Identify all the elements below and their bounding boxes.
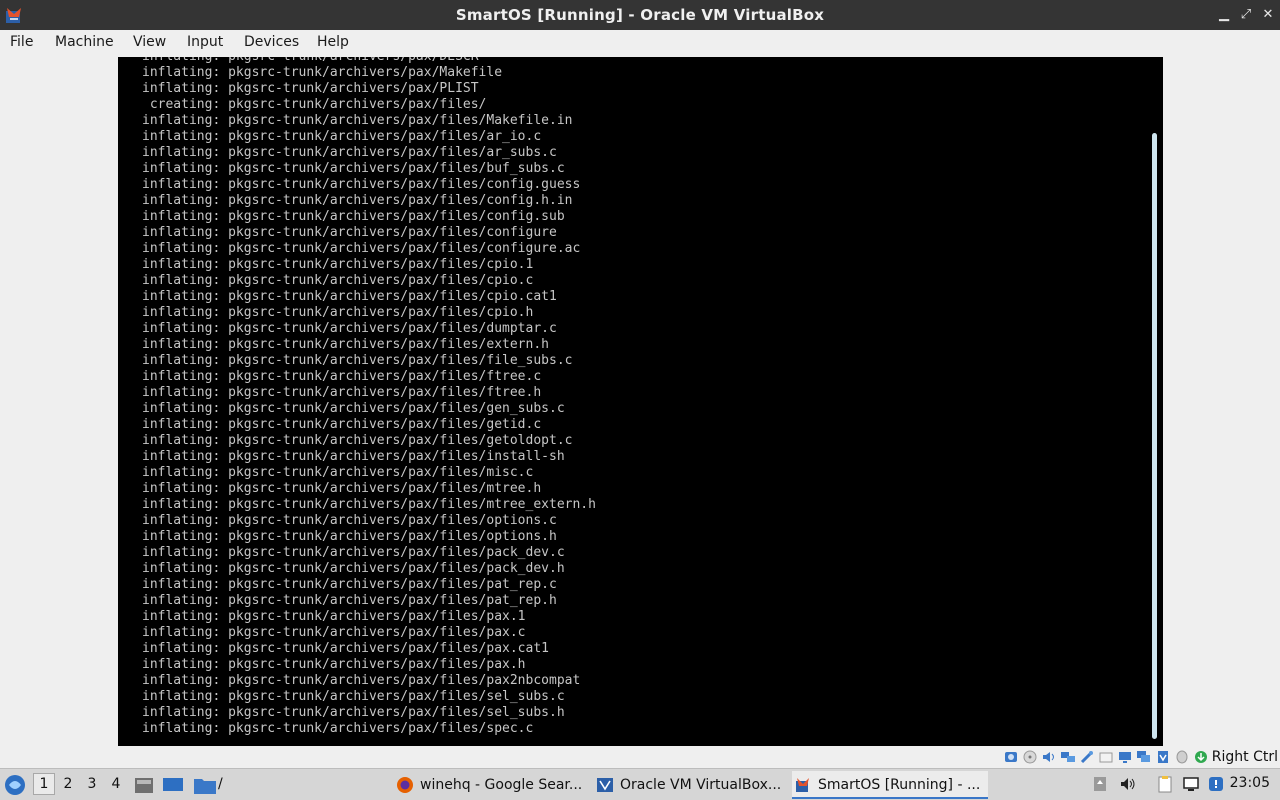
shared-folders-icon[interactable] [1098, 749, 1114, 765]
workspace-4[interactable]: 4 [105, 776, 127, 792]
desktop-icon[interactable] [162, 776, 184, 794]
task-virtualbox-manager[interactable]: Oracle VM VirtualBox... [594, 771, 786, 799]
console-line: inflating: pkgsrc-trunk/archivers/pax/fi… [142, 609, 526, 624]
network-icon[interactable] [1060, 749, 1076, 765]
menu-devices[interactable]: Devices [244, 34, 299, 50]
scroll-indicator-icon[interactable] [1091, 775, 1109, 793]
console-output: inflating: pkgsrc-trunk/archivers/pax/DE… [142, 57, 596, 737]
menu-input[interactable]: Input [187, 34, 223, 50]
clipboard-icon[interactable] [1156, 775, 1174, 793]
console-line: inflating: pkgsrc-trunk/archivers/pax/fi… [142, 577, 557, 592]
console-line: inflating: pkgsrc-trunk/archivers/pax/fi… [142, 417, 542, 432]
console-line: inflating: pkgsrc-trunk/archivers/pax/fi… [142, 241, 581, 256]
path-label[interactable]: / [218, 776, 223, 792]
folder-icon[interactable] [193, 775, 217, 795]
start-menu-icon[interactable] [4, 774, 26, 796]
console-line: inflating: pkgsrc-trunk/archivers/pax/fi… [142, 257, 534, 272]
console-line: inflating: pkgsrc-trunk/archivers/pax/fi… [142, 481, 542, 496]
recording-icon[interactable] [1136, 749, 1152, 765]
virtualbox-vm-icon [796, 778, 809, 792]
console-line: inflating: pkgsrc-trunk/archivers/pax/fi… [142, 145, 557, 160]
vm-screen[interactable]: inflating: pkgsrc-trunk/archivers/pax/DE… [118, 57, 1163, 746]
console-line: inflating: pkgsrc-trunk/archivers/pax/fi… [142, 513, 557, 528]
menu-view[interactable]: View [133, 34, 166, 50]
updates-icon[interactable] [1207, 775, 1225, 793]
console-line: inflating: pkgsrc-trunk/archivers/pax/DE… [142, 57, 596, 65]
host-key-label[interactable]: Right Ctrl [1212, 749, 1278, 765]
workspace-3[interactable]: 3 [81, 776, 103, 792]
virtualbox-manager-icon [597, 778, 613, 792]
console-line: inflating: pkgsrc-trunk/archivers/pax/fi… [142, 689, 565, 704]
vm-status-bar: Right Ctrl [0, 748, 1280, 768]
close-button[interactable]: ✕ [1258, 5, 1278, 25]
volume-icon[interactable] [1119, 775, 1137, 793]
console-line: inflating: pkgsrc-trunk/archivers/pax/fi… [142, 529, 557, 544]
console-line: inflating: pkgsrc-trunk/archivers/pax/fi… [142, 705, 565, 720]
console-line: inflating: pkgsrc-trunk/archivers/pax/fi… [142, 337, 549, 352]
maximize-button[interactable]: ⤢ [1236, 5, 1256, 25]
keyboard-capture-icon[interactable] [1193, 749, 1209, 765]
firefox-icon [397, 777, 413, 793]
console-line: inflating: pkgsrc-trunk/archivers/pax/fi… [142, 625, 526, 640]
file-manager-icon[interactable] [134, 776, 154, 794]
console-line: inflating: pkgsrc-trunk/archivers/pax/fi… [142, 385, 542, 400]
audio-icon[interactable] [1041, 749, 1057, 765]
hard-disk-icon[interactable] [1003, 749, 1019, 765]
menu-help[interactable]: Help [317, 34, 349, 50]
console-line: inflating: pkgsrc-trunk/archivers/pax/fi… [142, 545, 565, 560]
menu-machine[interactable]: Machine [55, 34, 114, 50]
console-line: inflating: pkgsrc-trunk/archivers/pax/fi… [142, 273, 534, 288]
display-icon[interactable] [1117, 749, 1133, 765]
usb-icon[interactable] [1079, 749, 1095, 765]
console-scrollbar[interactable] [1152, 133, 1157, 739]
console-line: inflating: pkgsrc-trunk/archivers/pax/fi… [142, 177, 581, 192]
taskbar: 1 2 3 4 / winehq - Google Sear... Oracle… [0, 768, 1280, 800]
console-line: inflating: pkgsrc-trunk/archivers/pax/fi… [142, 113, 573, 128]
console-line: inflating: pkgsrc-trunk/archivers/pax/fi… [142, 433, 573, 448]
console-line: inflating: pkgsrc-trunk/archivers/pax/fi… [142, 449, 565, 464]
task-label: winehq - Google Sear... [420, 777, 583, 793]
console-line: inflating: pkgsrc-trunk/archivers/pax/fi… [142, 209, 565, 224]
menu-bar: File Machine View Input Devices Help [0, 30, 1280, 56]
console-line: inflating: pkgsrc-trunk/archivers/pax/fi… [142, 497, 596, 512]
console-line: inflating: pkgsrc-trunk/archivers/pax/fi… [142, 305, 534, 320]
console-line: inflating: pkgsrc-trunk/archivers/pax/fi… [142, 129, 542, 144]
window-title: SmartOS [Running] - Oracle VM VirtualBox [455, 6, 825, 24]
vm-display-area[interactable]: inflating: pkgsrc-trunk/archivers/pax/DE… [0, 56, 1280, 748]
console-line: inflating: pkgsrc-trunk/archivers/pax/fi… [142, 369, 542, 384]
workspace-1[interactable]: 1 [33, 773, 55, 795]
console-line: inflating: pkgsrc-trunk/archivers/pax/fi… [142, 193, 573, 208]
clock[interactable]: 23:05 [1230, 775, 1270, 791]
network-connection-icon[interactable] [1182, 775, 1200, 793]
console-line: inflating: pkgsrc-trunk/archivers/pax/PL… [142, 81, 479, 96]
console-line: inflating: pkgsrc-trunk/archivers/pax/fi… [142, 353, 573, 368]
task-label: SmartOS [Running] - ... [818, 777, 981, 793]
console-line: inflating: pkgsrc-trunk/archivers/pax/fi… [142, 225, 557, 240]
console-line: inflating: pkgsrc-trunk/archivers/pax/fi… [142, 657, 526, 672]
menu-file[interactable]: File [10, 34, 33, 50]
console-line: inflating: pkgsrc-trunk/archivers/pax/fi… [142, 561, 565, 576]
console-line: inflating: pkgsrc-trunk/archivers/pax/Ma… [142, 65, 503, 80]
optical-drive-icon[interactable] [1022, 749, 1038, 765]
task-label: Oracle VM VirtualBox... [620, 777, 782, 793]
console-line: inflating: pkgsrc-trunk/archivers/pax/fi… [142, 465, 534, 480]
console-line: inflating: pkgsrc-trunk/archivers/pax/fi… [142, 673, 581, 688]
console-line: creating: pkgsrc-trunk/archivers/pax/fil… [142, 97, 487, 112]
task-firefox[interactable]: winehq - Google Sear... [394, 771, 584, 799]
console-line: inflating: pkgsrc-trunk/archivers/pax/fi… [142, 641, 549, 656]
console-line: inflating: pkgsrc-trunk/archivers/pax/fi… [142, 721, 534, 736]
console-line: inflating: pkgsrc-trunk/archivers/pax/fi… [142, 289, 557, 304]
virtualization-icon[interactable] [1155, 749, 1171, 765]
console-line: inflating: pkgsrc-trunk/archivers/pax/fi… [142, 593, 557, 608]
minimize-button[interactable]: ▁ [1214, 5, 1234, 25]
console-line: inflating: pkgsrc-trunk/archivers/pax/fi… [142, 321, 557, 336]
mouse-integration-icon[interactable] [1174, 749, 1190, 765]
workspace-2[interactable]: 2 [57, 776, 79, 792]
console-line: inflating: pkgsrc-trunk/archivers/pax/fi… [142, 161, 565, 176]
window-titlebar[interactable]: SmartOS [Running] - Oracle VM VirtualBox… [0, 0, 1280, 30]
task-smartos-vm[interactable]: SmartOS [Running] - ... [792, 771, 988, 799]
console-line: inflating: pkgsrc-trunk/archivers/pax/fi… [142, 401, 565, 416]
